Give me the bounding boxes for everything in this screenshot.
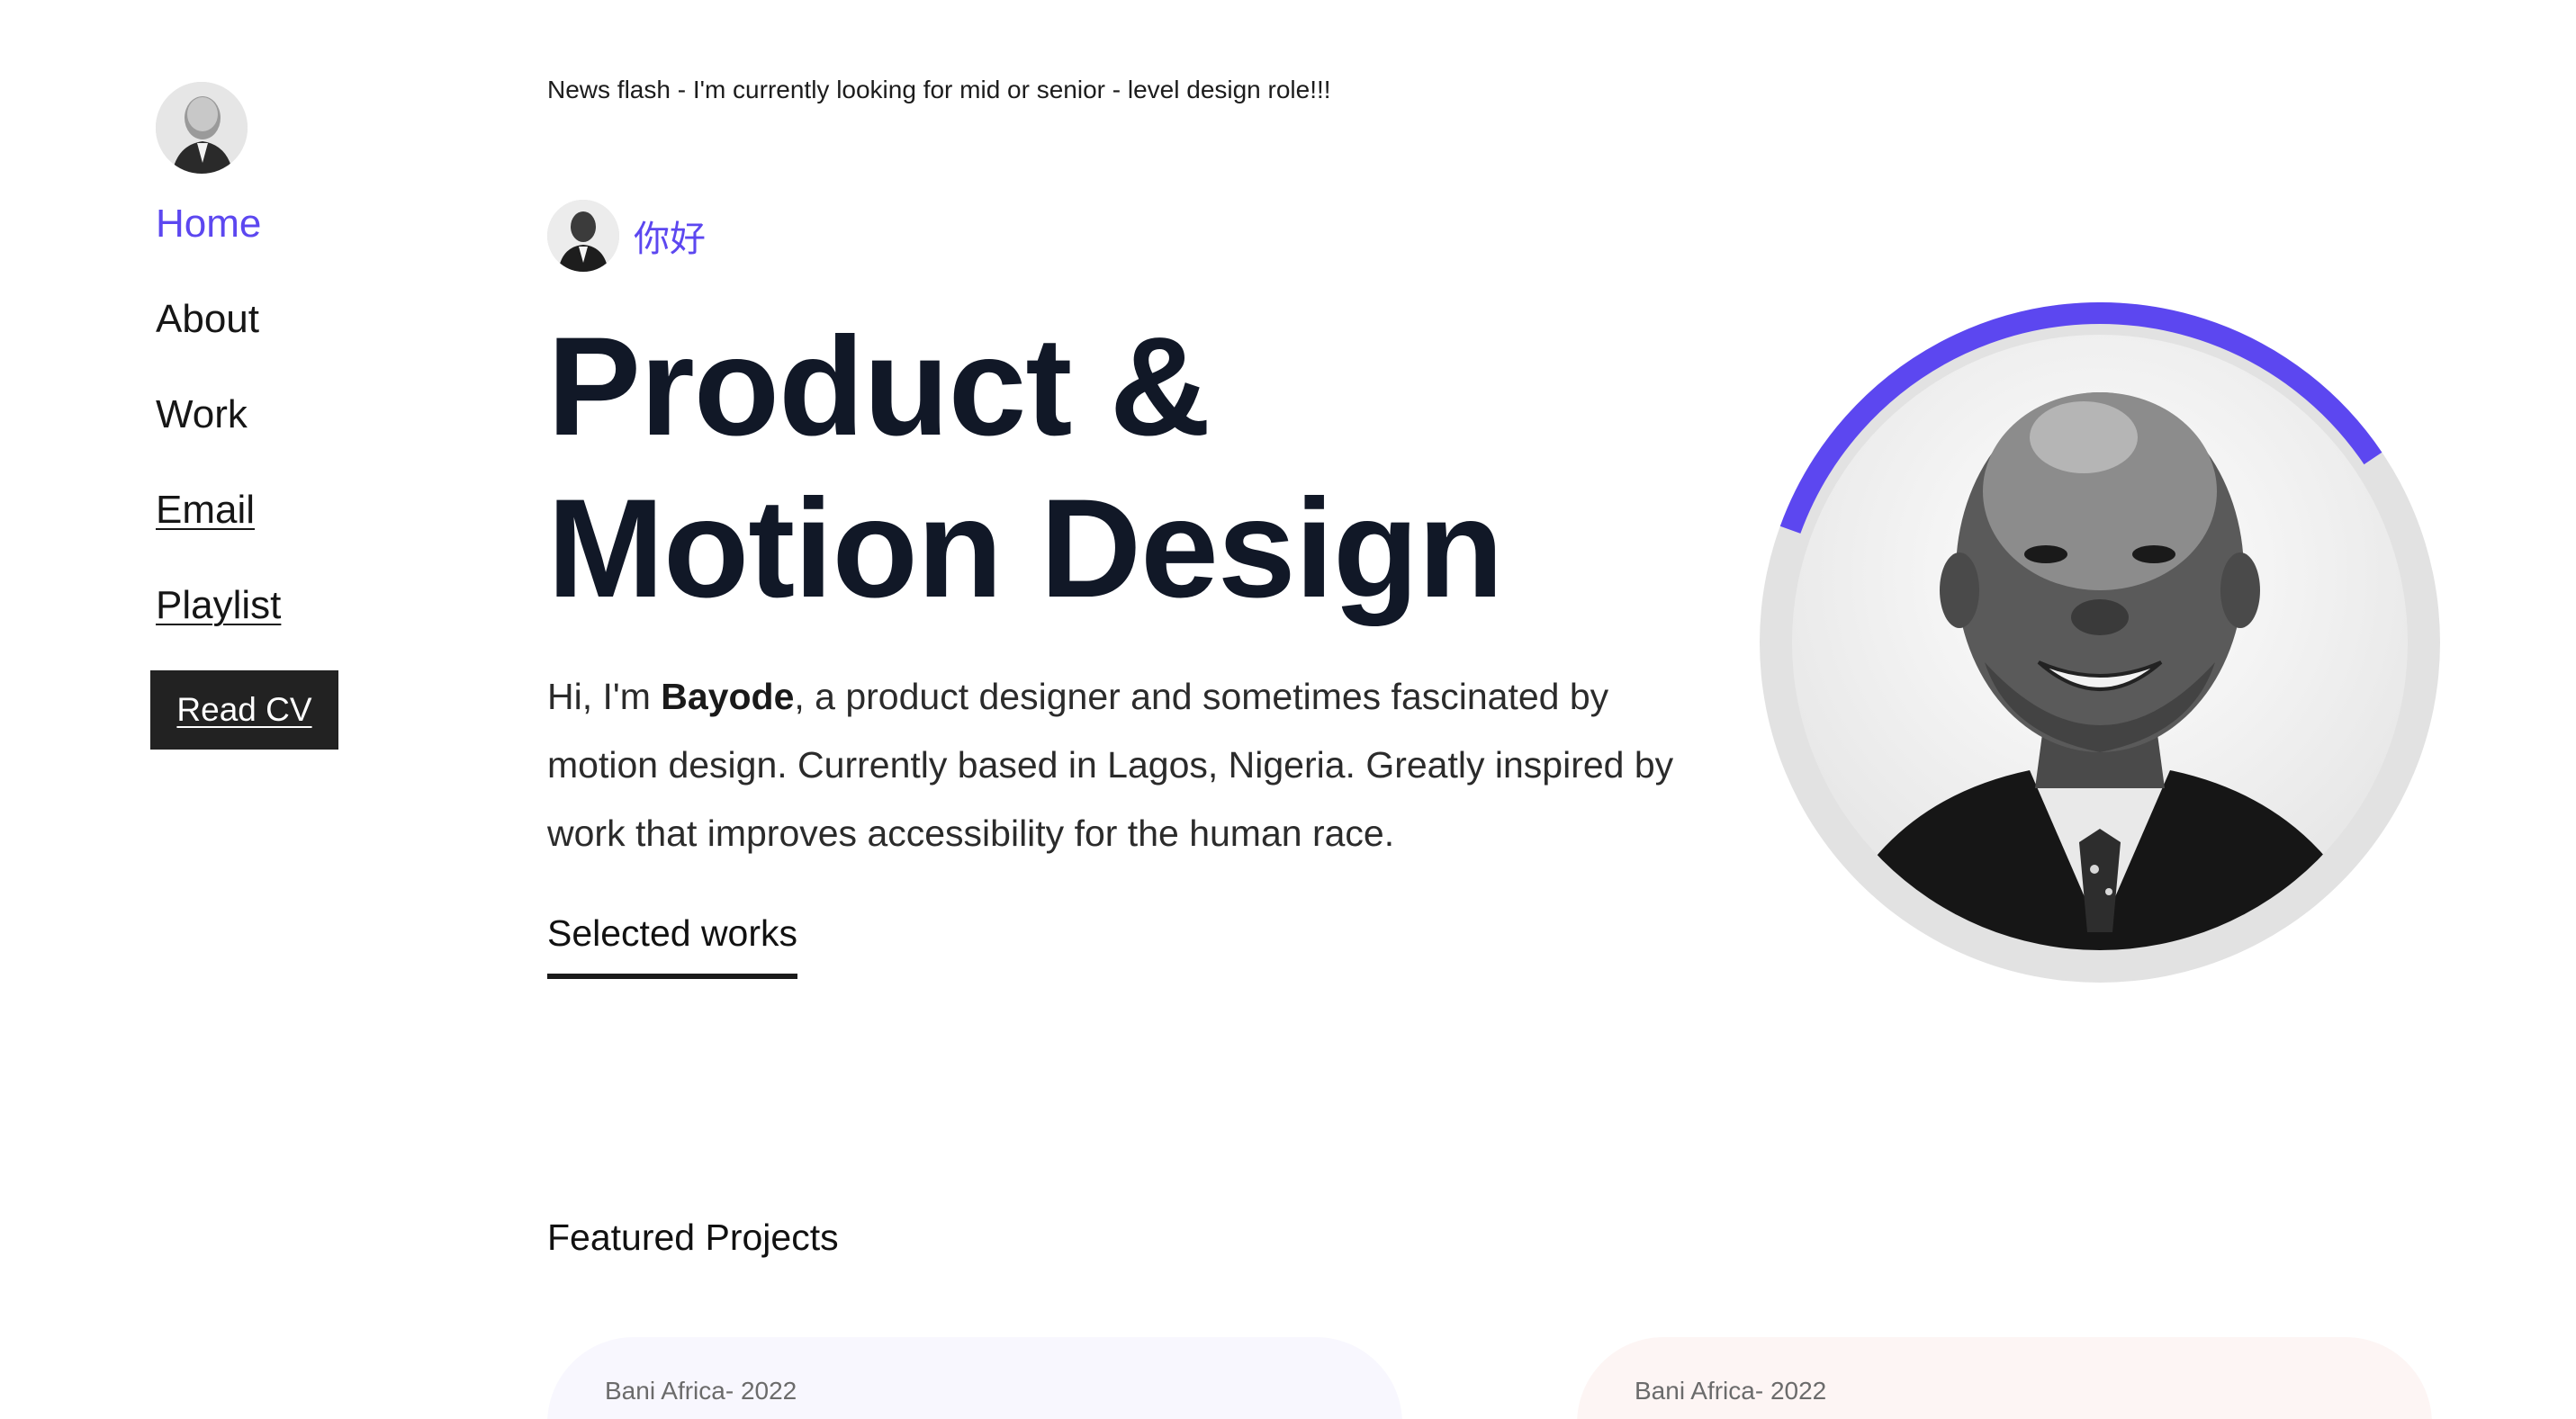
portrait-graphic <box>1760 302 2440 983</box>
nav-item-email[interactable]: Email <box>156 486 281 534</box>
intro-paragraph: Hi, I'm Bayode, a product designer and s… <box>547 662 1708 867</box>
nav-item-work[interactable]: Work <box>156 391 281 439</box>
avatar[interactable] <box>156 82 248 174</box>
hero-title-line-2: Motion Design <box>547 471 1504 627</box>
sidebar-nav: Home About Work Email Playlist <box>156 200 281 677</box>
portfolio-page: Home About Work Email Playlist Read CV N… <box>0 0 2576 1419</box>
project-card[interactable]: Bani Africa- 2022 <box>1577 1337 2432 1419</box>
intro-name: Bayode <box>661 676 795 717</box>
project-card[interactable]: Bani Africa- 2022 <box>547 1337 1402 1419</box>
nav-item-playlist[interactable]: Playlist <box>156 581 281 630</box>
portrait <box>1760 302 2440 983</box>
nav-item-home[interactable]: Home <box>156 200 281 248</box>
greeting-avatar <box>547 200 619 272</box>
project-card-label: Bani Africa- 2022 <box>1635 1377 1827 1405</box>
greeting: 你好 <box>547 200 706 272</box>
featured-projects-heading: Featured Projects <box>547 1217 839 1258</box>
hero-title-line-1: Product & <box>547 309 1211 465</box>
news-flash: News flash - I'm currently looking for m… <box>547 76 1331 103</box>
selected-works-link[interactable]: Selected works <box>547 909 798 979</box>
nav-item-about[interactable]: About <box>156 295 281 344</box>
intro-prefix: Hi, I'm <box>547 676 662 717</box>
greeting-avatar-photo <box>547 200 619 272</box>
project-card-label: Bani Africa- 2022 <box>605 1377 797 1405</box>
read-cv-button[interactable]: Read CV <box>150 670 338 750</box>
avatar-photo <box>156 82 248 174</box>
hero-title: Product & Motion Design <box>547 306 1504 630</box>
greeting-text: 你好 <box>634 219 706 260</box>
